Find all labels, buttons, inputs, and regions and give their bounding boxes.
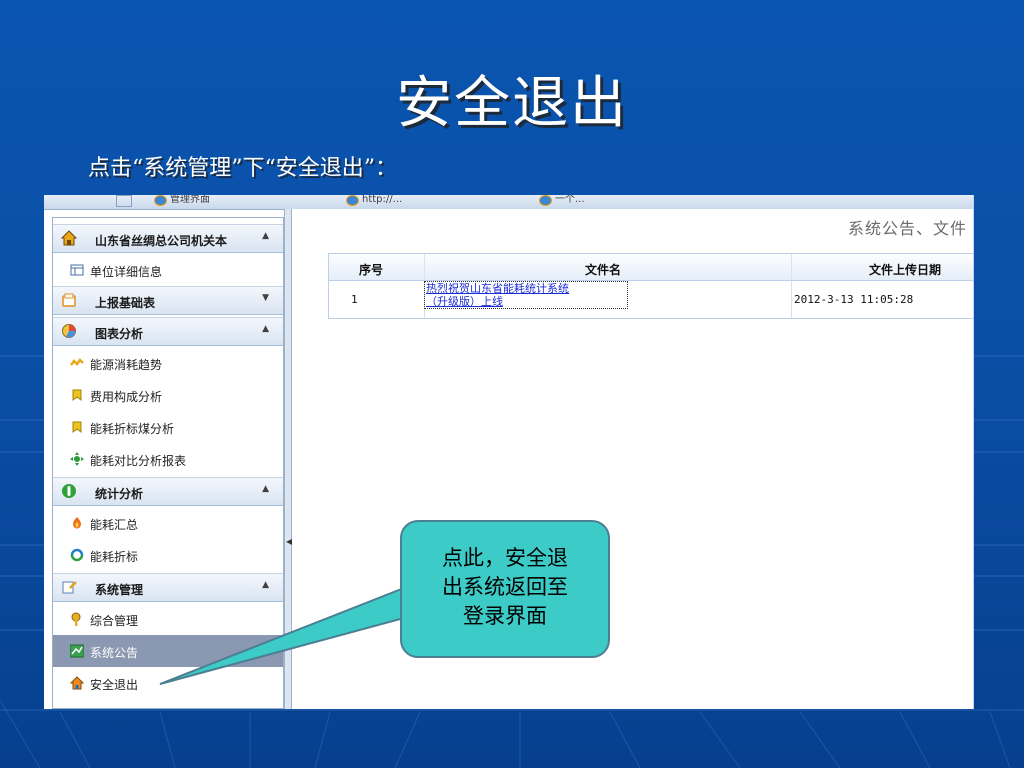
cell-upload-date: 2012-3-13 11:05:28 [794,293,914,306]
sidebar-item-unit-info[interactable]: 单位详细信息 [53,254,283,286]
sidebar-item-label: 能耗折标煤分析 [90,422,175,436]
ie-icon [539,195,552,206]
sidebar-item-label: 安全退出 [90,678,139,692]
pie-chart-icon [62,324,76,338]
sidebar-item-label: 综合管理 [90,614,139,628]
folder-icon [62,293,76,307]
key-icon [71,612,81,626]
stats-icon [62,484,76,498]
column-header-filename[interactable]: 文件名 [585,261,621,278]
table-row: 1 热烈祝贺山东省能耗统计系统 （升级版）上线 2012-3-13 11:05:… [328,281,973,319]
sidebar-item-energy-convert[interactable]: 能耗折标 [53,539,283,571]
sidebar-section-chart-analysis[interactable]: 图表分析 ▲ [53,317,283,346]
collapse-arrow-icon[interactable]: ▲ [262,231,269,241]
callout-note: 点此，安全退 出系统返回至 登录界面 [400,520,610,658]
compare-icon [70,452,84,466]
trend-icon [70,358,84,366]
sidebar-section-label: 系统管理 [95,583,144,597]
sidebar: 山东省丝绸总公司机关本 ▲ 单位详细信息 上报基础表 ▼ 图表分析 ▲ 能源消耗… [52,217,284,709]
sidebar-item-label: 系统公告 [90,646,139,660]
file-link[interactable]: 热烈祝贺山东省能耗统计系统 （升级版）上线 [424,281,628,309]
ie-icon [154,195,167,206]
coal-icon [72,421,82,433]
sidebar-item-cost-analysis[interactable]: 费用构成分析 [53,379,283,411]
sidebar-item-coal-analysis[interactable]: 能耗折标煤分析 [53,411,283,443]
sidebar-item-label: 能源消耗趋势 [90,358,163,372]
sidebar-item-label: 费用构成分析 [90,390,163,404]
column-header-index[interactable]: 序号 [359,261,383,278]
back-icon[interactable] [116,195,132,207]
column-divider [424,254,425,280]
slide-subtitle: 点击“系统管理”下“安全退出”： [88,156,397,181]
sidebar-section-label: 上报基础表 [95,296,156,310]
table-icon [70,264,84,276]
file-link-line-2: （升级版）上线 [426,295,503,308]
column-header-upload-date[interactable]: 文件上传日期 [869,261,941,278]
summary-icon [73,517,81,529]
collapse-arrow-icon[interactable]: ▲ [262,580,269,590]
splitter-bar[interactable]: ◀ [284,209,292,709]
sidebar-item-safe-logout[interactable]: 安全退出 [53,667,283,699]
sidebar-item-label: 单位详细信息 [90,265,163,279]
browser-tab-2[interactable]: http://... [346,195,402,209]
sidebar-section-basic-report[interactable]: 上报基础表 ▼ [53,286,283,315]
sidebar-item-system-notice[interactable]: 系统公告 [53,635,283,667]
sidebar-section-system-management[interactable]: 系统管理 ▲ [53,573,283,602]
browser-tab-strip: 管理界面 http://... 一个... [44,195,973,210]
column-divider [791,254,792,280]
settings-icon [62,581,77,594]
sidebar-item-label: 能耗对比分析报表 [90,454,187,468]
convert-icon [70,548,84,562]
table-header: 序号 文件名 文件上传日期 [328,253,973,281]
content-title: 系统公告、文件 [847,219,967,238]
cost-icon [72,389,82,401]
collapse-arrow-icon[interactable]: ▲ [262,324,269,334]
sidebar-section-label: 图表分析 [95,327,144,341]
sidebar-item-general-management[interactable]: 综合管理 [53,603,283,635]
sidebar-item-energy-trend[interactable]: 能源消耗趋势 [53,347,283,379]
file-link-line-1: 热烈祝贺山东省能耗统计系统 [426,282,569,295]
sidebar-section-company[interactable]: 山东省丝绸总公司机关本 ▲ [53,224,283,253]
sidebar-item-label: 能耗折标 [90,550,139,564]
main-content: 系统公告、文件 序号 文件名 文件上传日期 1 热烈祝贺山东省能耗统计系统 （升… [292,209,973,709]
cell-index: 1 [351,293,358,306]
expand-arrow-icon[interactable]: ▼ [262,293,269,303]
home-icon [61,230,77,246]
notice-icon [70,644,84,658]
sidebar-section-label: 统计分析 [95,487,144,501]
sidebar-section-statistics[interactable]: 统计分析 ▲ [53,477,283,506]
ie-icon [346,195,359,206]
sidebar-item-energy-summary[interactable]: 能耗汇总 [53,507,283,539]
slide-title: 安全退出 [396,71,628,136]
column-divider [791,281,792,318]
browser-tab-1[interactable]: 管理界面 [154,195,210,209]
sidebar-item-compare-report[interactable]: 能耗对比分析报表 [53,443,283,475]
sidebar-item-label: 能耗汇总 [90,518,139,532]
collapse-arrow-icon[interactable]: ▲ [262,484,269,494]
browser-tab-3[interactable]: 一个... [539,195,585,209]
logout-icon [70,676,84,690]
sidebar-section-label: 山东省丝绸总公司机关本 [95,234,228,248]
